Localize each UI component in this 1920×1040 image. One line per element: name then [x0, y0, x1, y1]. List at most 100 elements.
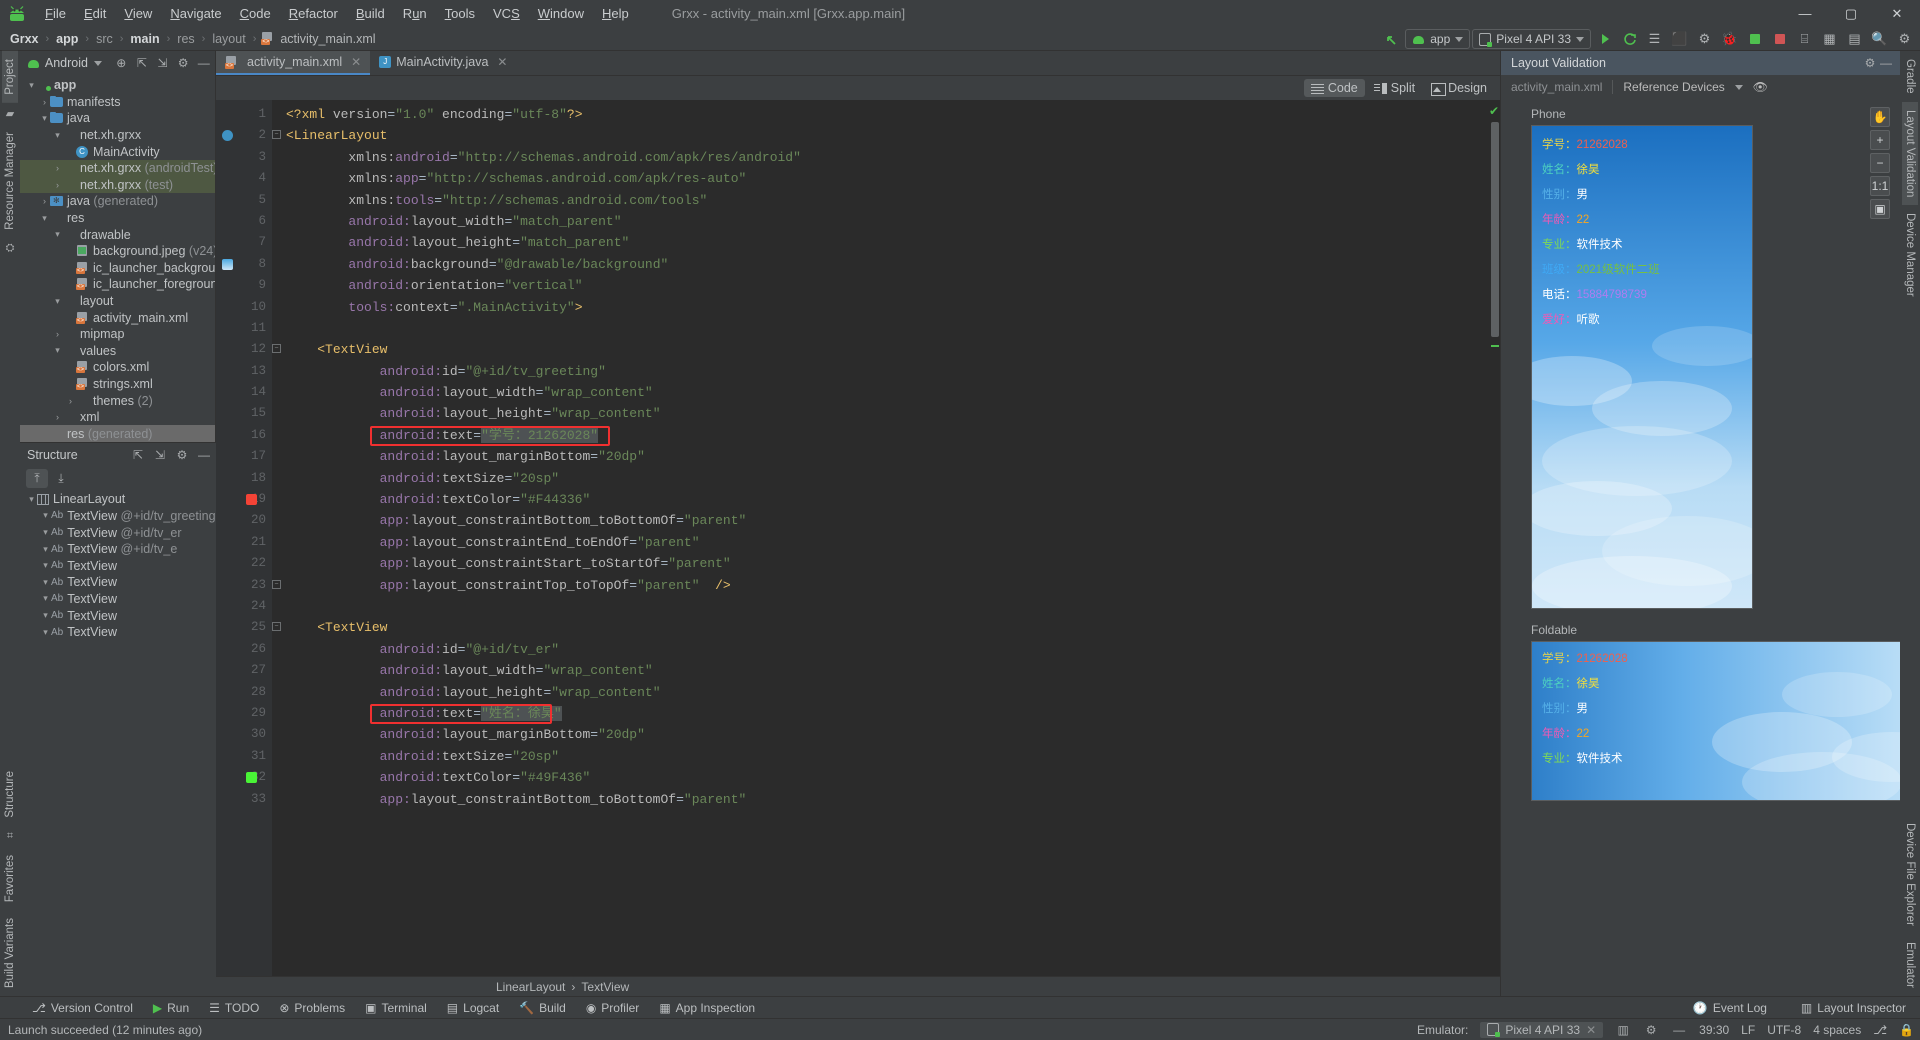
emulator-device-chip[interactable]: Pixel 4 API 33 ✕ — [1480, 1021, 1604, 1038]
view-mode-code[interactable]: Code — [1303, 79, 1365, 97]
tool-todo[interactable]: ☰ TODO — [199, 1001, 269, 1015]
tool-layout-inspector[interactable]: ▥ Layout Inspector — [1791, 1001, 1916, 1015]
caret-position[interactable]: 39:30 — [1699, 1023, 1729, 1037]
breadcrumb-res[interactable]: res — [175, 32, 196, 46]
view-mode-design[interactable]: Design — [1424, 79, 1494, 97]
tool-terminal[interactable]: ▣ Terminal — [355, 1001, 437, 1015]
rail-tab-emulator[interactable]: Emulator — [1902, 934, 1918, 996]
structure-tree-item[interactable]: ▾ Ab TextView — [20, 624, 216, 641]
menu-vcs[interactable]: VCS — [484, 3, 529, 25]
avd-manager-icon[interactable]: ☰ — [1643, 28, 1666, 50]
chevron-down-icon[interactable]: ▾ — [26, 494, 37, 505]
maximize-button[interactable]: ▢ — [1828, 0, 1874, 27]
rail-tab-layout-validation[interactable]: Layout Validation — [1902, 101, 1918, 205]
sdk-manager-icon[interactable]: ⬛ — [1668, 28, 1691, 50]
color-swatch-red-icon[interactable] — [246, 494, 257, 506]
breadcrumb-app[interactable]: app — [54, 32, 80, 46]
rail-tab-device-file-explorer[interactable]: Device File Explorer — [1902, 815, 1918, 934]
settings-icon[interactable]: ⚙ — [176, 56, 191, 70]
structure-bottom-icon[interactable]: ⌗ — [7, 826, 13, 847]
project-tree-item[interactable]: ▾ layout — [20, 293, 215, 310]
sort-down-icon[interactable]: ⤓ — [50, 469, 72, 488]
chevron-down-icon[interactable]: ▾ — [40, 560, 51, 571]
foldable-preview[interactable]: 学号：21262028 姓名：徐昊 性别：男 年龄：22 专业：软件技术 — [1531, 641, 1900, 801]
chevron-down-icon[interactable]: ▾ — [52, 130, 63, 141]
search-icon[interactable]: 🔍 — [1868, 28, 1891, 50]
menu-edit[interactable]: Edit — [75, 3, 115, 25]
tool-app-inspection[interactable]: ▦ App Inspection — [649, 1001, 765, 1015]
attach-debugger-icon[interactable]: ⌸ — [1793, 28, 1816, 50]
project-tree[interactable]: ▾ app › manifests ▾ java ▾ net.xh.grxxMainActiv… — [20, 75, 215, 443]
close-icon[interactable]: ✕ — [351, 55, 361, 69]
project-tree-item[interactable]: ic_launcher_foreground. — [20, 276, 215, 293]
file-encoding[interactable]: UTF-8 — [1767, 1023, 1801, 1037]
menu-file[interactable]: File — [36, 3, 75, 25]
chevron-down-icon[interactable]: ▾ — [40, 593, 51, 604]
chevron-down-icon[interactable]: ▾ — [52, 345, 63, 356]
project-tree-item[interactable]: ▾ res — [20, 210, 215, 227]
zoom-fit-button[interactable]: ▣ — [1870, 199, 1890, 219]
commit-icon[interactable]: ▰ — [6, 103, 14, 124]
project-tree-item[interactable]: ▾ drawable — [20, 226, 215, 243]
tab-main-activity-java[interactable]: MainActivity.java ✕ — [370, 51, 516, 75]
run-configuration-selector[interactable]: app — [1405, 29, 1471, 49]
indent-setting[interactable]: 4 spaces — [1813, 1023, 1861, 1037]
zoom-out-button[interactable]: − — [1870, 153, 1890, 173]
class-gutter-icon[interactable] — [222, 130, 233, 142]
sort-up-icon[interactable]: ⤒ — [26, 468, 48, 488]
structure-icon[interactable]: ⛭ — [6, 238, 15, 259]
stop-icon[interactable] — [1768, 28, 1791, 50]
line-separator[interactable]: LF — [1741, 1023, 1755, 1037]
hide-icon[interactable]: — — [1671, 1023, 1687, 1037]
hide-icon[interactable]: — — [196, 56, 211, 70]
view-mode-split[interactable]: Split — [1367, 79, 1422, 97]
rail-tab-device-manager[interactable]: Device Manager — [1902, 205, 1918, 305]
rail-tab-resource-manager[interactable]: Resource Manager — [2, 124, 18, 238]
bottom-crumb-textview[interactable]: TextView — [581, 980, 629, 994]
project-tree-item[interactable]: › themes (2) — [20, 392, 215, 409]
tool-profiler[interactable]: ◉ Profiler — [576, 1001, 650, 1015]
back-arrow-icon[interactable] — [1380, 28, 1403, 50]
chevron-right-icon[interactable]: › — [52, 180, 63, 190]
hide-icon[interactable]: — — [1878, 56, 1894, 70]
chevron-right-icon[interactable]: › — [52, 163, 63, 173]
tool-problems[interactable]: ⊗ Problems — [269, 1001, 355, 1015]
structure-tree[interactable]: ▾ LinearLayout ▾ Ab TextView @+id/tv_greetin… — [20, 489, 216, 996]
zoom-in-button[interactable]: + — [1870, 130, 1890, 150]
layout-validation-body[interactable]: ✋ + − 1:1 ▣ Phone 学号：21262028 姓名：徐昊 性别：男 年龄… — [1501, 99, 1900, 996]
structure-tree-item[interactable]: ▾ LinearLayout — [20, 491, 216, 508]
menu-code[interactable]: Code — [231, 3, 280, 25]
expand-all-icon[interactable]: ⇲ — [155, 56, 170, 70]
chevron-down-icon[interactable]: ▾ — [40, 610, 51, 621]
breadcrumb-main[interactable]: main — [128, 32, 161, 46]
structure-tree-item[interactable]: ▾ Ab TextView — [20, 574, 216, 591]
chevron-down-icon[interactable]: ▾ — [40, 627, 51, 638]
breadcrumb-layout[interactable]: layout — [210, 32, 247, 46]
project-tree-item[interactable]: › net.xh.grxx (test) — [20, 176, 215, 194]
target-icon[interactable]: ⊕ — [114, 56, 129, 70]
chevron-down-icon[interactable]: ▾ — [52, 229, 63, 240]
menu-build[interactable]: Build — [347, 3, 394, 25]
branch-icon[interactable]: ⎇ — [1873, 1023, 1887, 1037]
project-tree-item[interactable]: background.jpeg (v24) — [20, 243, 215, 260]
phone-preview[interactable]: 学号：21262028 姓名：徐昊 性别：男 年龄：22 专业：软件技术 班级：2021级… — [1531, 125, 1753, 609]
bottom-crumb-linearlayout[interactable]: LinearLayout — [496, 980, 565, 994]
structure-tree-item[interactable]: ▾ Ab TextView — [20, 557, 216, 574]
structure-tree-item[interactable]: ▾ Ab TextView @+id/tv_e — [20, 541, 216, 558]
collapse-all-icon[interactable]: ⇱ — [135, 56, 150, 70]
hide-icon[interactable]: — — [196, 448, 212, 462]
project-view-selector[interactable]: Android — [45, 56, 88, 70]
settings-gear-icon[interactable]: ⚙ — [1893, 28, 1916, 50]
chevron-down-icon[interactable]: ▾ — [40, 527, 51, 538]
chevron-down-icon[interactable]: ▾ — [26, 80, 37, 91]
image-preview-gutter-icon[interactable] — [222, 258, 233, 270]
breadcrumb-activity-main[interactable]: activity_main.xml — [278, 32, 377, 46]
editor-right-rail[interactable]: ✔ — [1488, 100, 1500, 976]
menu-tools[interactable]: Tools — [436, 3, 484, 25]
project-tree-item[interactable]: ▾ values — [20, 343, 215, 360]
rail-tab-structure[interactable]: Structure — [2, 763, 18, 826]
project-tree-item[interactable]: ic_launcher_background. — [20, 260, 215, 277]
reference-devices-selector[interactable]: Reference Devices — [1623, 80, 1724, 94]
layout-icon[interactable]: ▥ — [1615, 1023, 1631, 1037]
layout-inspector-icon[interactable]: ▦ — [1818, 28, 1841, 50]
